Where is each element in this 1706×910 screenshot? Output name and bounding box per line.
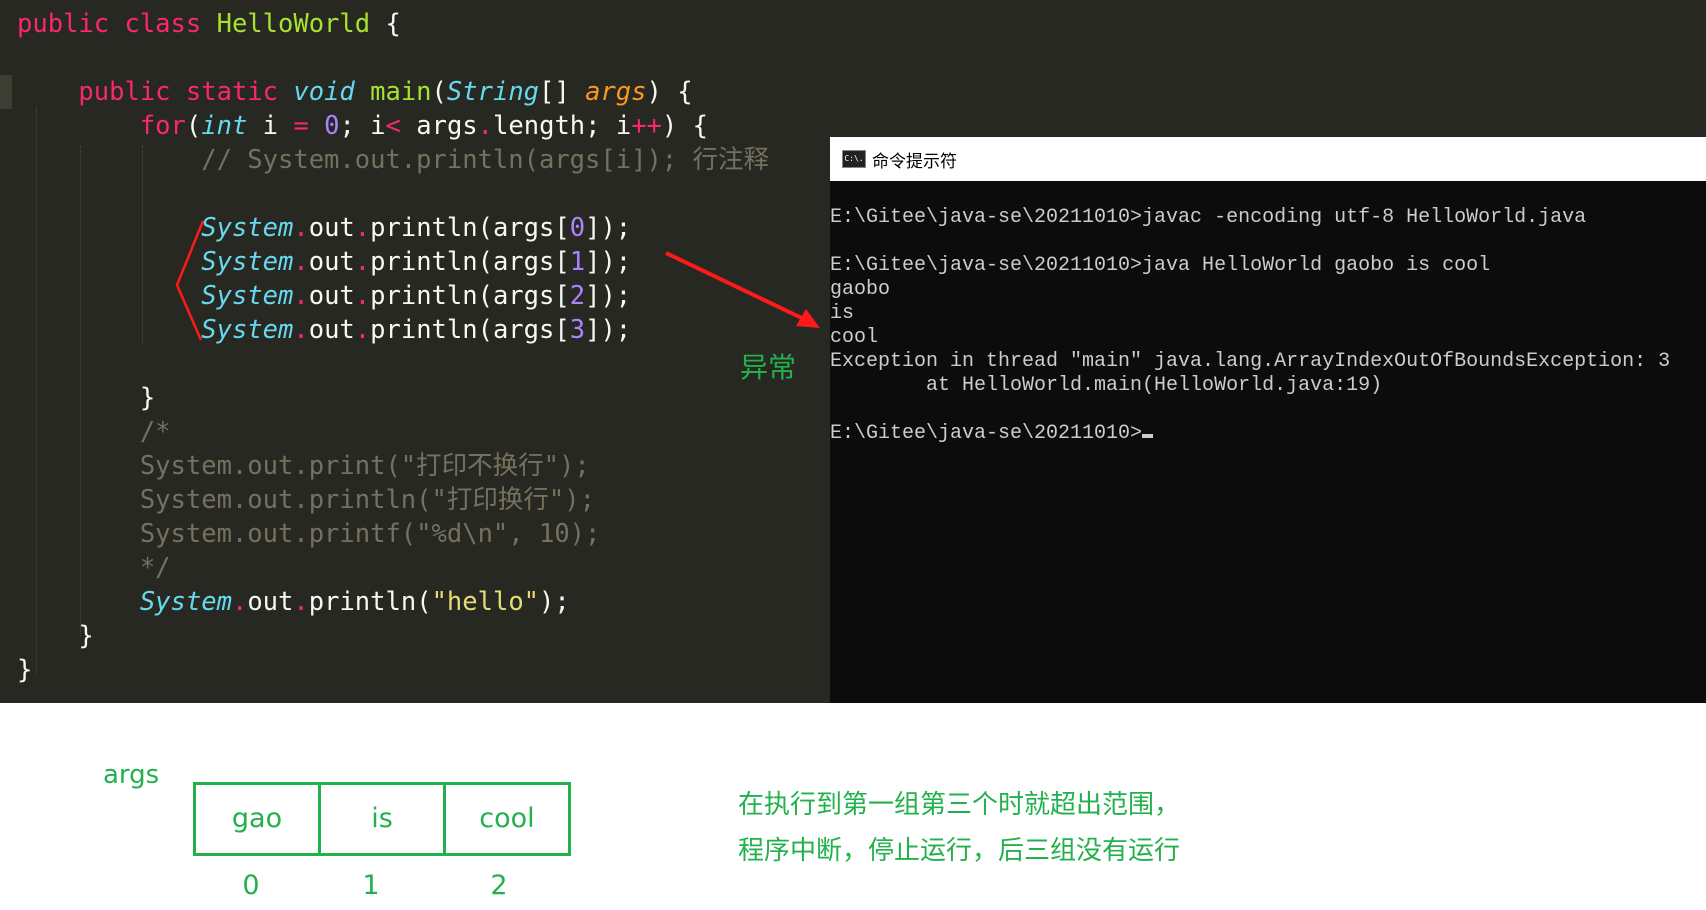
explanation-line: 在执行到第一组第三个时就超出范围， [738,790,1181,820]
explanation-line: 程序中断，停止运行，后三组没有运行 [738,836,1181,866]
annotation-overlay [175,220,820,341]
array-cell: gao [196,785,321,853]
red-bracket [175,220,205,341]
array-index: 1 [362,870,380,901]
array-index: 0 [242,870,260,901]
args-array: gao is cool [193,782,571,856]
red-arrow [665,251,809,323]
array-label: args [103,760,160,790]
array-cell: is [321,785,446,853]
array-cell: cool [479,803,535,834]
array-index: 2 [490,870,508,901]
